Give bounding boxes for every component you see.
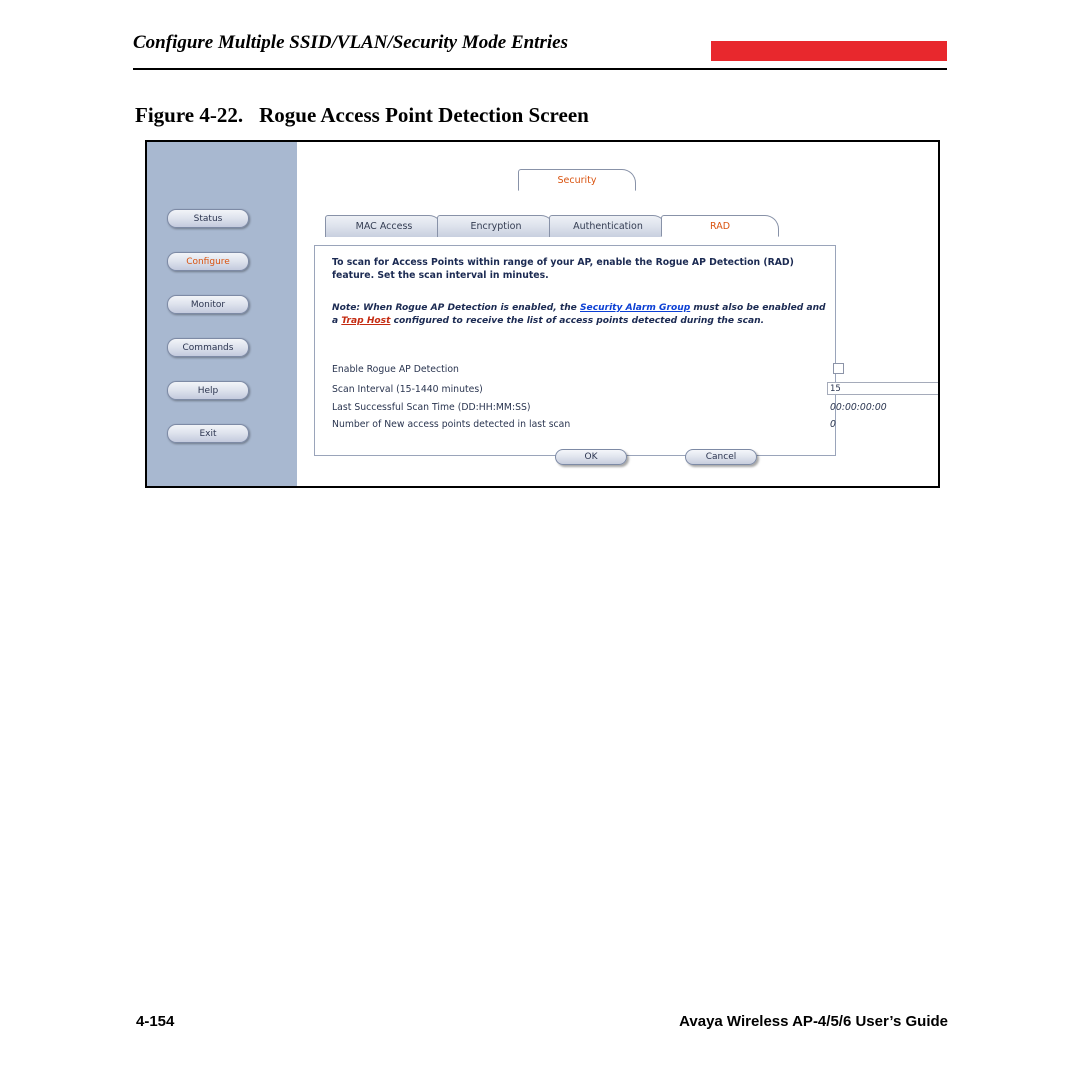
sidebar: Status Configure Monitor Commands Help E… <box>147 142 297 486</box>
note-lead: Note: When Rogue AP Detection is enabled… <box>332 303 580 313</box>
sidebar-item-status-label: Status <box>193 213 223 224</box>
label-new-access-points-detected: Number of New access points detected in … <box>332 419 571 430</box>
tab-authentication[interactable]: Authentication <box>549 215 667 237</box>
note-tail: configured to receive the list of access… <box>390 316 765 326</box>
new-access-points-detected-value: 0 <box>830 419 836 430</box>
tab-security-label: Security <box>557 174 597 186</box>
ok-button[interactable]: OK <box>555 449 627 465</box>
security-alarm-group-link[interactable]: Security Alarm Group <box>580 303 690 313</box>
sidebar-item-commands-label: Commands <box>182 342 234 353</box>
tab-rad-label: RAD <box>709 220 731 232</box>
sidebar-item-monitor[interactable]: Monitor <box>167 295 249 314</box>
ok-button-label: OK <box>584 452 598 462</box>
page-running-head: Configure Multiple SSID/VLAN/Security Mo… <box>133 32 947 70</box>
sidebar-item-status[interactable]: Status <box>167 209 249 228</box>
rad-note: Note: When Rogue AP Detection is enabled… <box>332 302 832 328</box>
tab-encryption[interactable]: Encryption <box>437 215 555 237</box>
enable-rogue-ap-detection-checkbox[interactable] <box>833 363 844 374</box>
label-enable-rogue-ap-detection: Enable Rogue AP Detection <box>332 364 459 375</box>
rad-description: To scan for Access Points within range o… <box>332 257 794 281</box>
tab-mac-access[interactable]: MAC Access <box>325 215 443 237</box>
label-last-successful-scan-time: Last Successful Scan Time (DD:HH:MM:SS) <box>332 402 531 413</box>
sidebar-item-commands[interactable]: Commands <box>167 338 249 357</box>
label-scan-interval: Scan Interval (15-1440 minutes) <box>332 384 483 395</box>
sidebar-item-exit[interactable]: Exit <box>167 424 249 443</box>
tab-row-tertiary: MAC Access Encryption Authentication RAD <box>297 215 817 237</box>
trap-host-link[interactable]: Trap Host <box>341 316 390 326</box>
tab-mac-access-label: MAC Access <box>355 221 413 232</box>
figure-caption: Figure 4-22. Rogue Access Point Detection… <box>135 103 589 128</box>
header-rule <box>133 68 947 70</box>
sidebar-item-help[interactable]: Help <box>167 381 249 400</box>
figure-number: Figure 4-22. <box>135 103 244 127</box>
header-accent-bar <box>711 41 947 61</box>
figure-screenshot: System Network Interfaces Management Fil… <box>145 140 940 488</box>
tab-rad[interactable]: RAD <box>661 215 779 237</box>
figure-title: Rogue Access Point Detection Screen <box>259 103 589 127</box>
sidebar-item-configure-label: Configure <box>186 256 230 267</box>
footer-page-number: 4-154 <box>136 1013 175 1030</box>
sidebar-item-configure[interactable]: Configure <box>167 252 249 271</box>
tab-security[interactable]: Security <box>518 169 636 191</box>
tab-authentication-label: Authentication <box>573 221 643 232</box>
tab-encryption-label: Encryption <box>470 221 522 232</box>
cancel-button-label: Cancel <box>705 452 737 462</box>
content-panel: MAC Access Encryption Authentication RAD… <box>297 142 938 486</box>
running-head-text: Configure Multiple SSID/VLAN/Security Mo… <box>133 32 568 53</box>
sidebar-item-monitor-label: Monitor <box>190 299 226 310</box>
cancel-button[interactable]: Cancel <box>685 449 757 465</box>
sidebar-item-help-label: Help <box>197 385 219 396</box>
sidebar-item-exit-label: Exit <box>199 428 217 439</box>
footer-book-title: Avaya Wireless AP-4/5/6 User’s Guide <box>679 1013 948 1030</box>
scan-interval-input[interactable]: 15 <box>827 382 938 395</box>
last-successful-scan-time-value: 00:00:00:00 <box>830 402 887 413</box>
